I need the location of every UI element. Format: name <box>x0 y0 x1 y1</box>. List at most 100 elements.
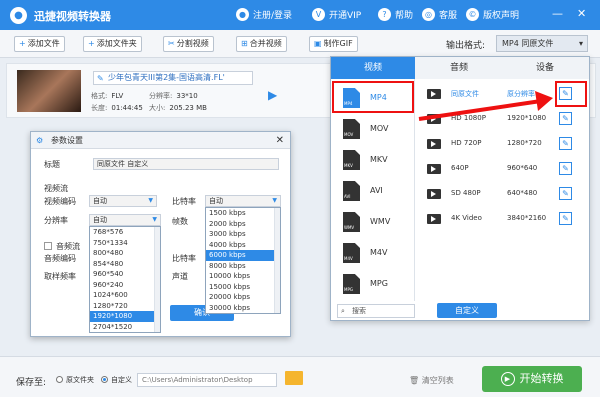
edit-icon[interactable]: ✎ <box>559 212 572 225</box>
bitrate-option[interactable]: 1500 kbps <box>206 208 280 219</box>
wmv-file-icon: WMV <box>343 212 360 232</box>
edit-icon[interactable]: ✎ <box>559 112 572 125</box>
vip-icon: V <box>312 8 325 21</box>
preset-name: 4K Video <box>451 214 482 222</box>
search-placeholder: 搜索 <box>352 307 366 315</box>
output-format-select[interactable]: MP4 同原文件 ▾ <box>496 35 588 52</box>
bitrate-option[interactable]: 30000 kbps <box>206 303 280 314</box>
custom-folder-radio[interactable] <box>101 376 108 383</box>
edit-icon[interactable]: ✎ <box>559 137 572 150</box>
title-label: 标题 <box>44 160 60 169</box>
bitrate-option[interactable]: 4000 kbps <box>206 240 280 251</box>
tab-device[interactable]: 设备 <box>503 57 587 79</box>
bitrate-option[interactable]: 2000 kbps <box>206 219 280 230</box>
bitrate-option[interactable]: 10000 kbps <box>206 271 280 282</box>
dropdown-scrollbar[interactable] <box>274 208 280 313</box>
minimize-button[interactable]: — <box>552 7 563 20</box>
video-codec-select[interactable]: 自动 ▼ <box>89 195 157 207</box>
res-option[interactable]: 800*480 <box>90 248 160 259</box>
format-item-wmv[interactable]: WMV WMV <box>331 207 415 237</box>
res-option[interactable]: 854*480 <box>90 259 160 270</box>
res-option[interactable]: 750*1334 <box>90 238 160 249</box>
preset-res: 原分辨率 <box>507 90 535 98</box>
res-option[interactable]: 1280*720 <box>90 301 160 312</box>
bitrate-option[interactable]: 20000 kbps <box>206 292 280 303</box>
help-menu[interactable]: ? 帮助 <box>378 8 413 21</box>
title-input[interactable]: 同原文件 自定义 <box>93 158 279 170</box>
audio-stream-label: 音频流 <box>56 242 80 251</box>
bitrate-select[interactable]: 自动 ▼ <box>205 195 281 207</box>
output-format-value: MP4 同原文件 <box>502 39 554 48</box>
format-item-avi[interactable]: AVI AVI <box>331 176 415 206</box>
bitrate-option[interactable]: 15000 kbps <box>206 282 280 293</box>
res-option-selected[interactable]: 1920*1080 <box>90 311 160 322</box>
bitrate-label: 比特率 <box>172 197 196 206</box>
preset-row[interactable]: HD 720P 1280*720 ✎ <box>427 135 585 155</box>
res-option[interactable]: 960*540 <box>90 269 160 280</box>
bitrate-value: 自动 <box>209 197 223 205</box>
video-preset-icon <box>427 89 441 99</box>
vip-menu[interactable]: V 开通VIP <box>312 8 361 21</box>
make-gif-button[interactable]: ▣ 制作GIF <box>309 36 358 52</box>
preset-row[interactable]: 640P 960*640 ✎ <box>427 160 585 180</box>
mov-icon-text: MOV <box>344 132 354 137</box>
format-search-input[interactable]: ⌕ 搜索 <box>337 304 415 318</box>
login-menu[interactable]: ● 注册/登录 <box>236 8 292 21</box>
dialog-close-button[interactable]: ✕ <box>276 132 284 149</box>
tab-audio[interactable]: 音频 <box>417 57 501 79</box>
res-option[interactable]: 2704*1520 <box>90 322 160 333</box>
support-menu[interactable]: ◎ 客服 <box>422 8 457 21</box>
merge-video-button[interactable]: ⊞ 合并视频 <box>236 36 287 52</box>
add-folder-button[interactable]: + 添加文件夹 <box>83 36 142 52</box>
dropdown-scrollbar[interactable] <box>154 227 160 332</box>
tab-video[interactable]: 视频 <box>331 57 415 79</box>
res-option[interactable]: 1024*600 <box>90 290 160 301</box>
wmv-icon-text: WMV <box>344 225 355 230</box>
m4v-icon-text: M4V <box>344 256 353 261</box>
file-name-field[interactable]: ✎ 少年包青天III第2集-国语高清.FL' <box>93 71 253 85</box>
custom-preset-button[interactable]: 自定义 <box>437 303 497 318</box>
edit-icon[interactable]: ✎ <box>559 162 572 175</box>
bitrate-option[interactable]: 3000 kbps <box>206 229 280 240</box>
preset-row[interactable]: SD 480P 640*480 ✎ <box>427 185 585 205</box>
close-button[interactable]: ✕ <box>577 7 586 20</box>
start-label: 开始转换 <box>519 372 564 385</box>
preset-name: HD 720P <box>451 139 482 147</box>
bitrate-option-selected[interactable]: 6000 kbps <box>206 250 280 261</box>
mkv-file-icon: MKV <box>343 150 360 170</box>
format-item-mpg[interactable]: MPG MPG <box>331 269 415 299</box>
source-folder-radio[interactable] <box>56 376 63 383</box>
res-option[interactable]: 768*576 <box>90 227 160 238</box>
clear-list-button[interactable]: 🗑 清空列表 <box>409 375 454 386</box>
help-icon: ? <box>378 8 391 21</box>
preset-res: 1920*1080 <box>507 114 547 122</box>
save-path-input[interactable]: C:\Users\Administrator\Desktop <box>137 373 277 387</box>
preset-row[interactable]: HD 1080P 1920*1080 ✎ <box>427 110 585 130</box>
mov-file-icon: MOV <box>343 119 360 139</box>
split-video-button[interactable]: ✂ 分割视频 <box>163 36 214 52</box>
preset-row[interactable]: 4K Video 3840*2160 ✎ <box>427 210 585 230</box>
support-icon: ◎ <box>422 8 435 21</box>
audio-stream-checkbox[interactable] <box>44 242 52 250</box>
res-option[interactable]: 960*240 <box>90 280 160 291</box>
format-item-m4v[interactable]: M4V M4V <box>331 238 415 268</box>
format-item-mov[interactable]: MOV MOV <box>331 114 415 144</box>
resolution-select[interactable]: 自动 ▼ <box>89 214 161 226</box>
source-folder-label: 原文件夹 <box>66 376 94 384</box>
mkv-icon-text: MKV <box>344 163 353 168</box>
parameter-settings-dialog: ⚙ 参数设置 ✕ 标题 同原文件 自定义 视频流 视频编码 自动 ▼ 比特率 自动 ▼ … <box>30 131 291 337</box>
preset-res: 1280*720 <box>507 139 542 147</box>
start-convert-button[interactable]: ▶ 开始转换 <box>482 366 582 392</box>
mp4-highlight-box <box>332 81 414 113</box>
convert-arrow-icon: ▶ <box>268 88 278 102</box>
add-file-button[interactable]: + 添加文件 <box>14 36 65 52</box>
bitrate-option[interactable]: 8000 kbps <box>206 261 280 272</box>
folder-icon[interactable] <box>285 371 303 385</box>
format-item-mkv[interactable]: MKV MKV <box>331 145 415 175</box>
preset-name: 同原文件 <box>451 90 479 98</box>
app-logo-icon: ● <box>10 7 27 24</box>
title-bar: ● 迅捷视频转换器 ● 注册/登录 V 开通VIP ? 帮助 ◎ 客服 © 版权声明 — … <box>0 0 600 30</box>
copyright-menu[interactable]: © 版权声明 <box>466 8 519 21</box>
edit-icon[interactable]: ✎ <box>559 187 572 200</box>
preset-res: 3840*2160 <box>507 214 547 222</box>
